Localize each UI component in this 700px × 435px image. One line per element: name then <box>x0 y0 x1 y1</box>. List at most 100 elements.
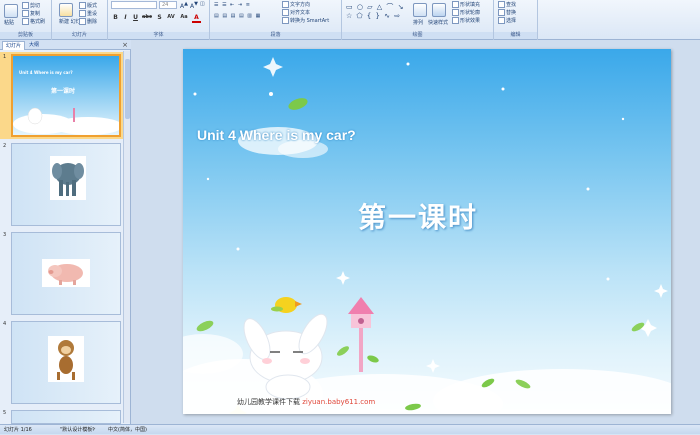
grow-font-button[interactable]: A▲ <box>180 1 188 10</box>
delete-icon <box>79 18 86 25</box>
font-size-field[interactable]: 24 <box>159 1 177 9</box>
align-text-button[interactable]: 对齐文本 <box>282 9 310 16</box>
slide-credit: 幼儿园教学课件下载 ziyuan.baby611.com <box>237 397 375 407</box>
pig-picture <box>42 259 90 287</box>
cut-button[interactable]: 剪切 <box>22 2 40 9</box>
align-text-icon <box>282 9 289 16</box>
align-buttons[interactable]: ▤ ▤ ▤ ▤ ▥ ▦ <box>214 13 261 19</box>
quick-styles-icon[interactable] <box>432 3 446 17</box>
cursor-icon <box>498 17 505 24</box>
ribbon: 粘贴 剪切 复制 格式刷 剪贴板 新建 幻灯片 版式 重设 删除 幻灯片 24 … <box>0 0 700 40</box>
paragraph-group: ☰ ☰ ⇤ ⇥ ≡ ▤ ▤ ▤ ▤ ▥ ▦ 文字方向 对齐文本 转换为 Smar… <box>210 0 342 40</box>
slides-group: 新建 幻灯片 版式 重设 删除 幻灯片 <box>52 0 108 40</box>
thumb-subtitle: Unit 4 Where is my car? <box>19 70 73 75</box>
new-slide-icon[interactable] <box>59 3 73 17</box>
format-painter-button[interactable]: 格式刷 <box>22 18 45 25</box>
layout-icon <box>79 2 86 9</box>
credit-url: ziyuan.baby611.com <box>302 398 376 406</box>
font-group-label: 字体 <box>108 32 209 39</box>
font-name-field[interactable] <box>111 1 157 9</box>
status-bar: 幻灯片 1/16 "默认设计模板" ✓ 中文(简体，中国) <box>0 424 700 434</box>
slide-title[interactable]: 第一课时 <box>358 196 478 236</box>
slide-thumbnail-image[interactable] <box>11 321 121 404</box>
monkey-picture <box>48 336 84 382</box>
reset-button[interactable]: 重设 <box>79 10 97 17</box>
shapes-gallery[interactable]: ▭ ○ ▱ △ ⌒ ↘ <box>346 2 404 12</box>
slide-number: 1 <box>3 54 7 60</box>
shrink-font-button[interactable]: A▼ <box>190 1 198 10</box>
replace-button[interactable]: 替换 <box>498 9 516 16</box>
font-color-button[interactable]: A <box>192 14 201 23</box>
paste-icon[interactable] <box>4 4 18 18</box>
drawing-group-label: 绘图 <box>342 32 493 39</box>
italic-button[interactable]: I <box>121 14 130 21</box>
drawing-group: ▭ ○ ▱ △ ⌒ ↘ ☆ ⬠ { } ∿ ⇨ 排列 快速样式 形状填充 形状轮… <box>342 0 494 40</box>
shapes-gallery-row2[interactable]: ☆ ⬠ { } ∿ ⇨ <box>346 12 401 20</box>
slide-thumbnail-2[interactable]: 2 <box>0 143 124 228</box>
slide-thumbnail-image[interactable] <box>11 410 121 424</box>
copy-button[interactable]: 复制 <box>22 10 40 17</box>
slide-subtitle[interactable]: Unit 4 Where is my car? <box>197 127 356 143</box>
slide-number: 5 <box>3 410 7 416</box>
smartart-button[interactable]: 转换为 SmartArt <box>282 17 329 24</box>
tab-outline[interactable]: 大纲 <box>26 41 42 50</box>
list-buttons[interactable]: ☰ ☰ ⇤ ⇥ ≡ <box>214 2 251 8</box>
slide-number: 3 <box>3 232 7 238</box>
fill-icon <box>452 1 459 8</box>
arrange-icon[interactable] <box>413 3 427 17</box>
binoculars-icon <box>498 1 505 8</box>
thumb-title: 第一课时 <box>51 88 76 95</box>
slide-thumbnail-5[interactable]: 5 <box>0 410 124 424</box>
slide-editor: Unit 4 Where is my car? 第一课时 幼儿园教学课件下载 z… <box>131 40 700 424</box>
replace-icon <box>498 9 505 16</box>
panel-scrollbar[interactable] <box>123 51 130 423</box>
elephant-picture <box>50 156 86 200</box>
clear-format-icon[interactable]: ◫ <box>200 1 205 7</box>
tab-slides[interactable]: 幻灯片 <box>2 41 26 50</box>
change-case-button[interactable]: Aa <box>179 14 189 20</box>
shape-effects-button[interactable]: 形状效果 <box>452 17 480 24</box>
slides-panel: 幻灯片 大纲 × 1 Unit 4 Where is my car? 第一课时 … <box>0 40 131 424</box>
slide-number: 2 <box>3 143 7 149</box>
find-button[interactable]: 查找 <box>498 1 516 8</box>
shape-fill-button[interactable]: 形状填充 <box>452 1 480 8</box>
scrollbar-thumb[interactable] <box>125 59 130 119</box>
underline-button[interactable]: U <box>131 14 140 21</box>
credit-text: 幼儿园教学课件下载 <box>237 398 300 406</box>
brush-icon <box>22 18 29 25</box>
clipboard-group: 粘贴 剪切 复制 格式刷 剪贴板 <box>0 0 52 40</box>
char-spacing-button[interactable]: AV <box>165 14 177 20</box>
copy-icon <box>22 10 29 17</box>
shadow-button[interactable]: S <box>155 14 164 21</box>
slide-thumbnail-image[interactable] <box>11 143 121 226</box>
slide-canvas[interactable]: Unit 4 Where is my car? 第一课时 幼儿园教学课件下载 z… <box>183 49 671 414</box>
select-button[interactable]: 选择 <box>498 17 516 24</box>
bold-button[interactable]: B <box>111 14 120 21</box>
slide-thumbnail-1[interactable]: 1 Unit 4 Where is my car? 第一课时 <box>0 54 124 139</box>
effects-icon <box>452 17 459 24</box>
delete-button[interactable]: 删除 <box>79 18 97 25</box>
editing-group: 查找 替换 选择 编辑 <box>494 0 538 40</box>
editing-group-label: 编辑 <box>494 32 537 39</box>
text-direction-button[interactable]: 文字方向 <box>282 1 310 8</box>
close-icon[interactable]: × <box>122 41 128 49</box>
quick-styles-button[interactable]: 快速样式 <box>428 19 448 26</box>
slide-thumbnail-image[interactable] <box>11 232 121 315</box>
slide-number: 4 <box>3 321 7 327</box>
arrange-button[interactable]: 排列 <box>413 19 423 26</box>
shape-outline-button[interactable]: 形状轮廓 <box>452 9 480 16</box>
layout-button[interactable]: 版式 <box>79 2 97 9</box>
slide-thumbnail-3[interactable]: 3 <box>0 232 124 317</box>
panel-tabs: 幻灯片 大纲 × <box>0 40 131 50</box>
slide-1-preview <box>13 56 119 135</box>
text-direction-icon <box>282 1 289 8</box>
paste-button[interactable]: 粘贴 <box>4 19 14 26</box>
slides-group-label: 幻灯片 <box>52 32 107 39</box>
slide-thumbnail-4[interactable]: 4 <box>0 321 124 406</box>
clipboard-group-label: 剪贴板 <box>0 32 51 39</box>
slide-thumbnail-image[interactable]: Unit 4 Where is my car? 第一课时 <box>11 54 121 137</box>
scissors-icon <box>22 2 29 9</box>
strikethrough-button[interactable]: abc <box>141 14 153 20</box>
font-group: 24 A▲ A▼ ◫ B I U abc S AV Aa A 字体 <box>108 0 210 40</box>
paragraph-group-label: 段落 <box>210 32 341 39</box>
